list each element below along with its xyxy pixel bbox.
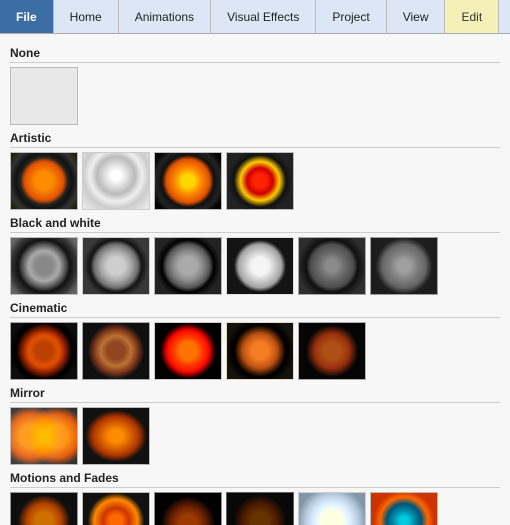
effect-mf-1[interactable] (10, 492, 78, 525)
none-row (10, 67, 500, 125)
section-none-label: None (10, 46, 500, 63)
bw-row (10, 237, 500, 295)
effect-bw-4[interactable] (226, 237, 294, 295)
effect-cinematic-5[interactable] (298, 322, 366, 380)
tab-view[interactable]: View (387, 0, 446, 33)
section-cinematic-label: Cinematic (10, 301, 500, 318)
artistic-row (10, 152, 500, 210)
effect-mf-3[interactable] (154, 492, 222, 525)
effect-mf-4[interactable] (226, 492, 294, 525)
effect-cinematic-3[interactable] (154, 322, 222, 380)
effect-cinematic-2[interactable] (82, 322, 150, 380)
effect-mf-2[interactable] (82, 492, 150, 525)
effect-artistic-1[interactable] (10, 152, 78, 210)
effect-mf-5[interactable] (298, 492, 366, 525)
tab-bar: File Home Animations Visual Effects Proj… (0, 0, 510, 34)
effect-bw-1[interactable] (10, 237, 78, 295)
effect-artistic-2[interactable] (82, 152, 150, 210)
effect-cinematic-1[interactable] (10, 322, 78, 380)
effect-bw-2[interactable] (82, 237, 150, 295)
motions-row (10, 492, 500, 525)
section-bw-label: Black and white (10, 216, 500, 233)
effect-mirror-2[interactable] (82, 407, 150, 465)
tab-file[interactable]: File (0, 0, 54, 33)
motions-row-container: Fade out to black (10, 492, 500, 525)
tab-edit[interactable]: Edit (445, 0, 499, 33)
tab-project[interactable]: Project (316, 0, 386, 33)
cinematic-row (10, 322, 500, 380)
mirror-row (10, 407, 500, 465)
section-mirror-label: Mirror (10, 386, 500, 403)
effect-mf-6[interactable] (370, 492, 438, 525)
effect-mirror-1[interactable] (10, 407, 78, 465)
effect-bw-6[interactable] (370, 237, 438, 295)
section-artistic-label: Artistic (10, 131, 500, 148)
effects-panel: None Artistic Black and white Cinematic … (0, 34, 510, 525)
effect-cinematic-4[interactable] (226, 322, 294, 380)
effect-bw-3[interactable] (154, 237, 222, 295)
tab-animations[interactable]: Animations (119, 0, 211, 33)
tab-visual-effects[interactable]: Visual Effects (211, 0, 316, 33)
effect-bw-5[interactable] (298, 237, 366, 295)
tab-home[interactable]: Home (54, 0, 119, 33)
section-motions-label: Motions and Fades (10, 471, 500, 488)
effect-none-thumb[interactable] (10, 67, 78, 125)
effect-artistic-3[interactable] (154, 152, 222, 210)
effect-artistic-4[interactable] (226, 152, 294, 210)
